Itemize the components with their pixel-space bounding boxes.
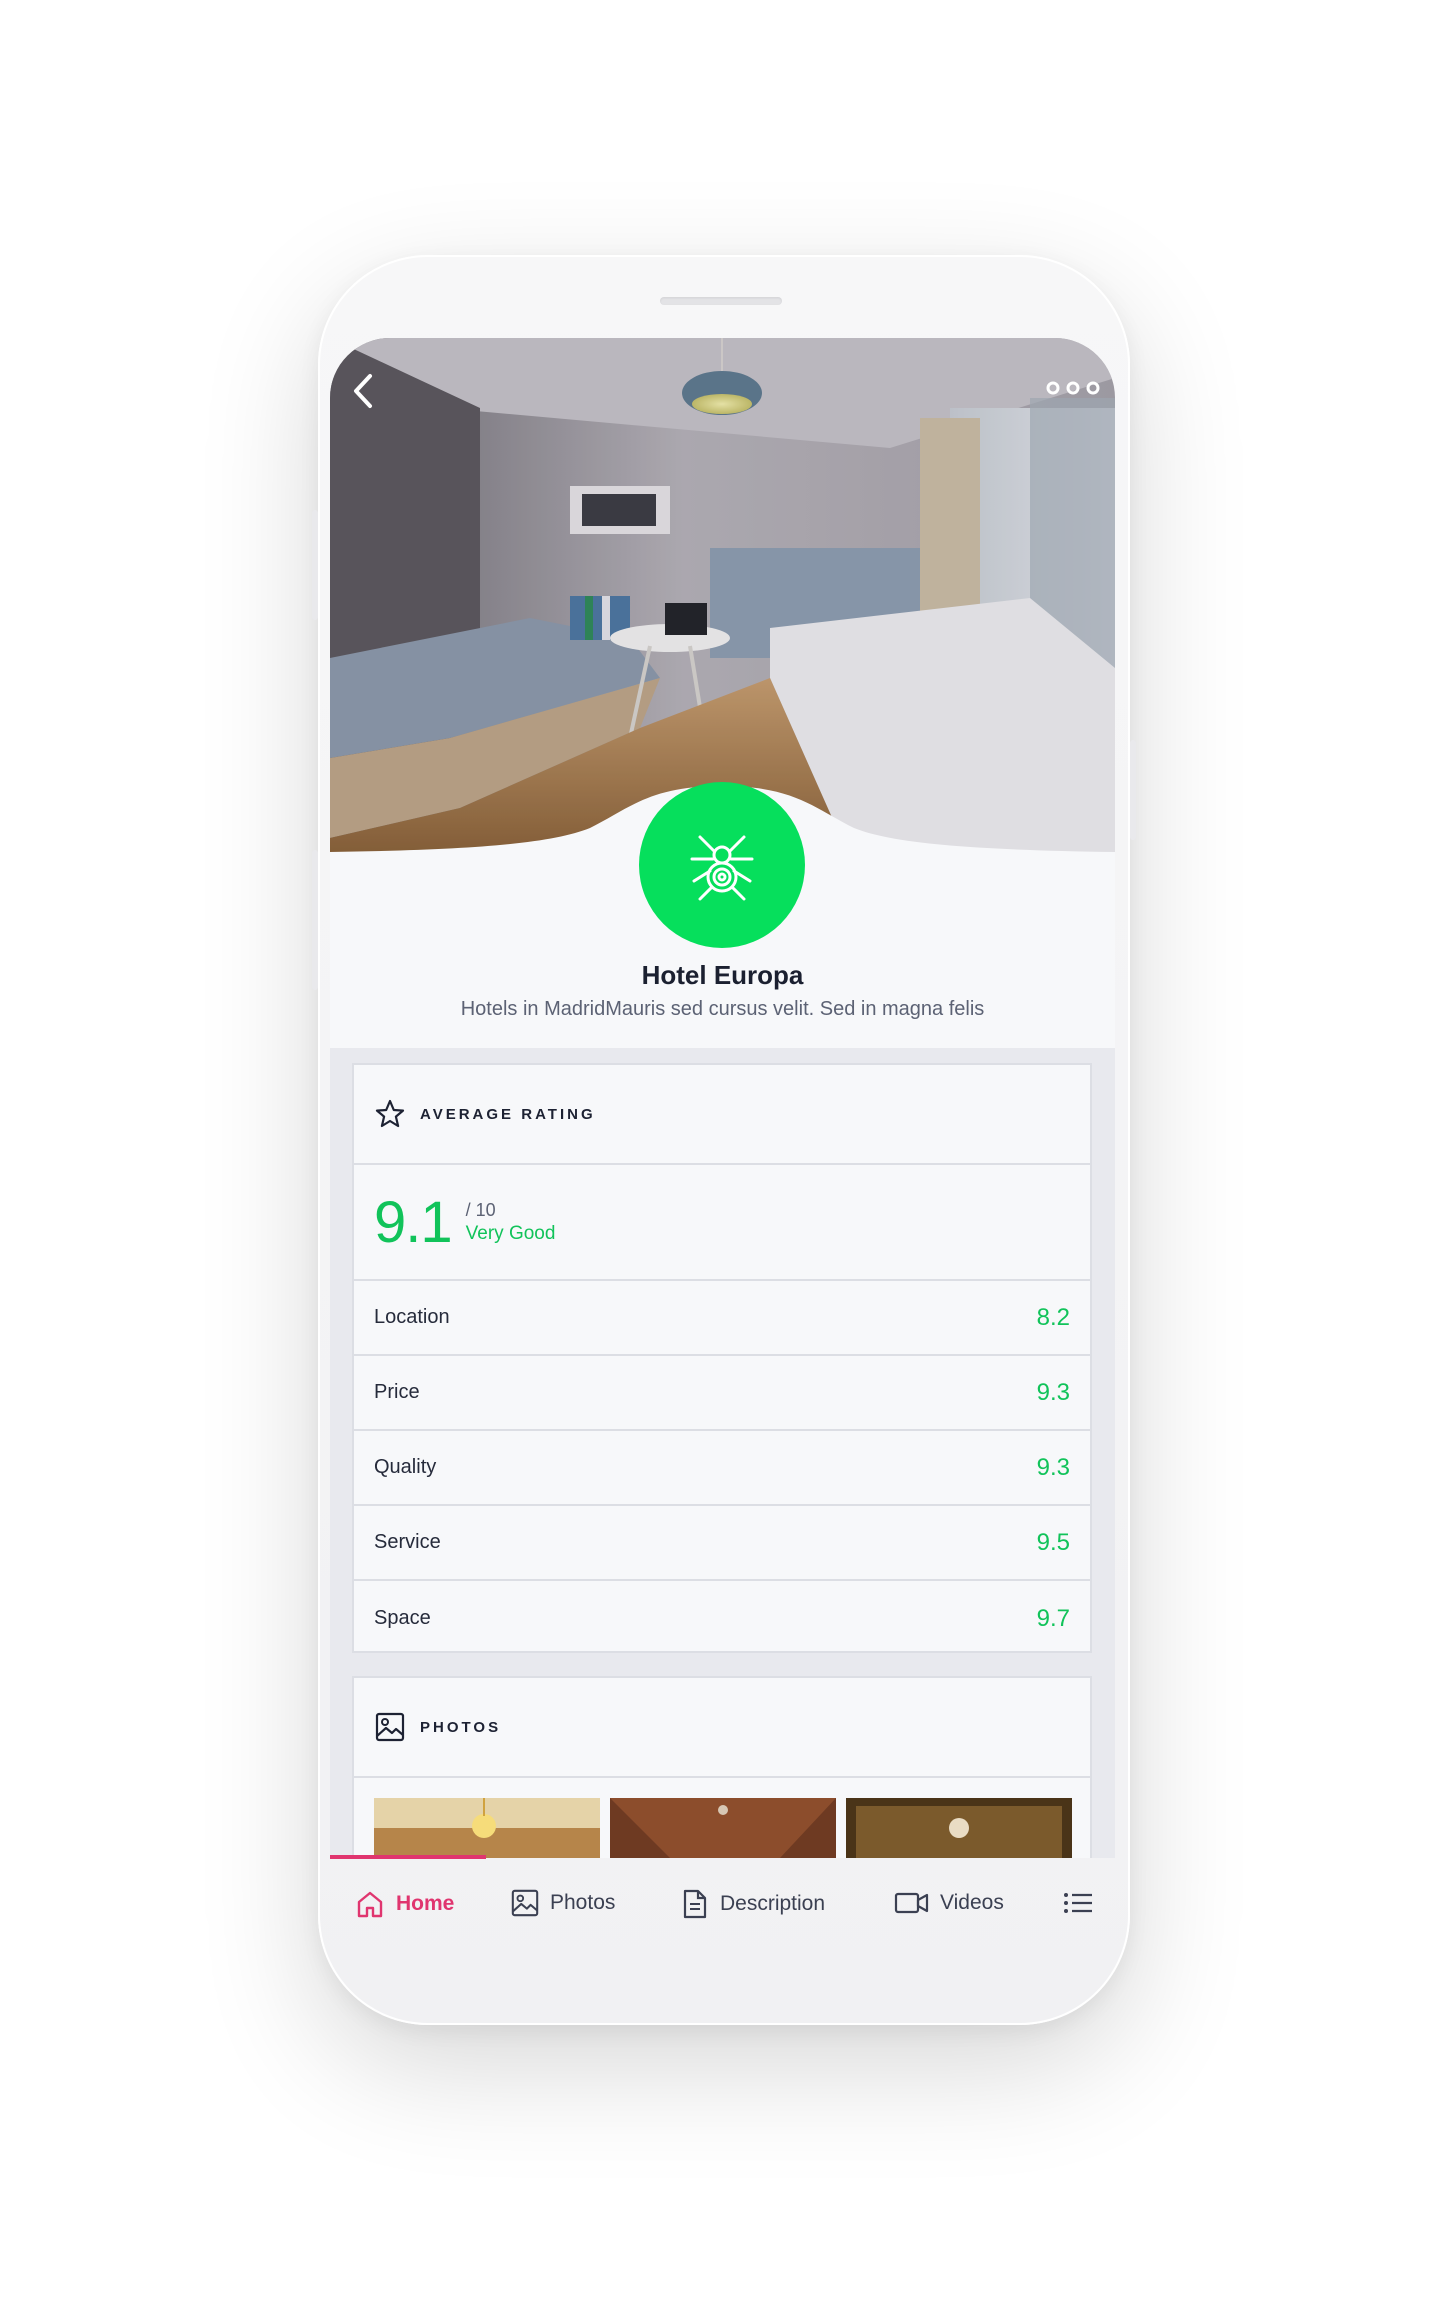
hotel-description: Hotels in MadridMauris sed cursus velit.… bbox=[460, 998, 985, 1020]
metric-value: 9.3 bbox=[1036, 1453, 1070, 1481]
metric-value: 9.3 bbox=[1036, 1378, 1070, 1406]
photos-card: PHOTOS bbox=[352, 1676, 1092, 1858]
overall-score-row: 9.1 / 10 Very Good bbox=[354, 1165, 1090, 1281]
metric-name: Price bbox=[374, 1381, 420, 1403]
metric-value: 9.5 bbox=[1036, 1528, 1070, 1556]
photos-card-header: PHOTOS bbox=[354, 1678, 1090, 1778]
metric-name: Quality bbox=[374, 1456, 437, 1478]
video-icon bbox=[894, 1892, 929, 1914]
nav-item-description[interactable]: Description bbox=[680, 1888, 825, 1920]
phone-side-button bbox=[312, 850, 318, 990]
nav-item-photos[interactable]: Photos bbox=[510, 1888, 615, 1918]
more-options-button[interactable] bbox=[1045, 376, 1101, 400]
rating-card-header: AVERAGE RATING bbox=[354, 1065, 1090, 1165]
photo-thumbnail[interactable] bbox=[374, 1798, 600, 1858]
metric-row-location: Location 8.2 bbox=[354, 1281, 1090, 1356]
content-scroll-area[interactable]: AVERAGE RATING 9.1 / 10 Very Good Locati… bbox=[330, 1048, 1115, 1858]
image-icon bbox=[511, 1889, 539, 1917]
metric-row-price: Price 9.3 bbox=[354, 1356, 1090, 1431]
photos-strip bbox=[374, 1798, 1072, 1858]
photo-thumbnail[interactable] bbox=[846, 1798, 1072, 1858]
nav-item-videos[interactable]: Videos bbox=[894, 1888, 1004, 1918]
list-icon bbox=[1064, 1893, 1092, 1913]
metric-row-quality: Quality 9.3 bbox=[354, 1431, 1090, 1506]
nav-active-indicator bbox=[330, 1855, 486, 1859]
phone-side-button bbox=[312, 510, 318, 620]
metric-row-space: Space 9.7 bbox=[354, 1581, 1090, 1656]
metric-name: Service bbox=[374, 1531, 441, 1553]
app-screen: Hotel Europa Hotels in MadridMauris sed … bbox=[330, 338, 1115, 1858]
score-max: / 10 bbox=[465, 1199, 496, 1220]
home-icon bbox=[357, 1891, 383, 1918]
metric-value: 9.7 bbox=[1036, 1604, 1070, 1632]
metric-row-service: Service 9.5 bbox=[354, 1506, 1090, 1581]
hotel-logo bbox=[639, 782, 805, 948]
nav-label: Home bbox=[396, 1892, 455, 1915]
nav-item-home[interactable]: Home bbox=[354, 1888, 454, 1920]
star-icon bbox=[375, 1099, 405, 1128]
photos-section-label: PHOTOS bbox=[420, 1718, 502, 1736]
hotel-name: Hotel Europa bbox=[641, 960, 804, 990]
metric-name: Space bbox=[374, 1607, 431, 1629]
rating-card: AVERAGE RATING 9.1 / 10 Very Good Locati… bbox=[352, 1063, 1092, 1653]
overall-score: 9.1 bbox=[374, 1189, 453, 1255]
metric-name: Location bbox=[374, 1306, 450, 1328]
nav-item-list[interactable] bbox=[1062, 1888, 1104, 1918]
hotel-hero-image bbox=[330, 338, 1115, 858]
metric-value: 8.2 bbox=[1036, 1303, 1070, 1331]
chevron-left-icon bbox=[354, 374, 372, 408]
nav-label: Photos bbox=[550, 1891, 616, 1914]
back-button[interactable] bbox=[344, 366, 384, 416]
nav-label: Videos bbox=[940, 1891, 1004, 1914]
score-verdict: Very Good bbox=[465, 1222, 556, 1244]
photo-thumbnail[interactable] bbox=[610, 1798, 836, 1858]
document-icon bbox=[683, 1889, 707, 1919]
nav-label: Description bbox=[720, 1892, 826, 1915]
more-dots-icon bbox=[1046, 381, 1100, 395]
score-meta: / 10 Very Good bbox=[466, 1200, 556, 1245]
rating-section-label: AVERAGE RATING bbox=[420, 1105, 596, 1123]
phone-side-button bbox=[1130, 740, 1136, 840]
spider-logo-icon bbox=[690, 835, 754, 901]
image-icon bbox=[375, 1712, 405, 1742]
phone-speaker bbox=[660, 297, 782, 305]
